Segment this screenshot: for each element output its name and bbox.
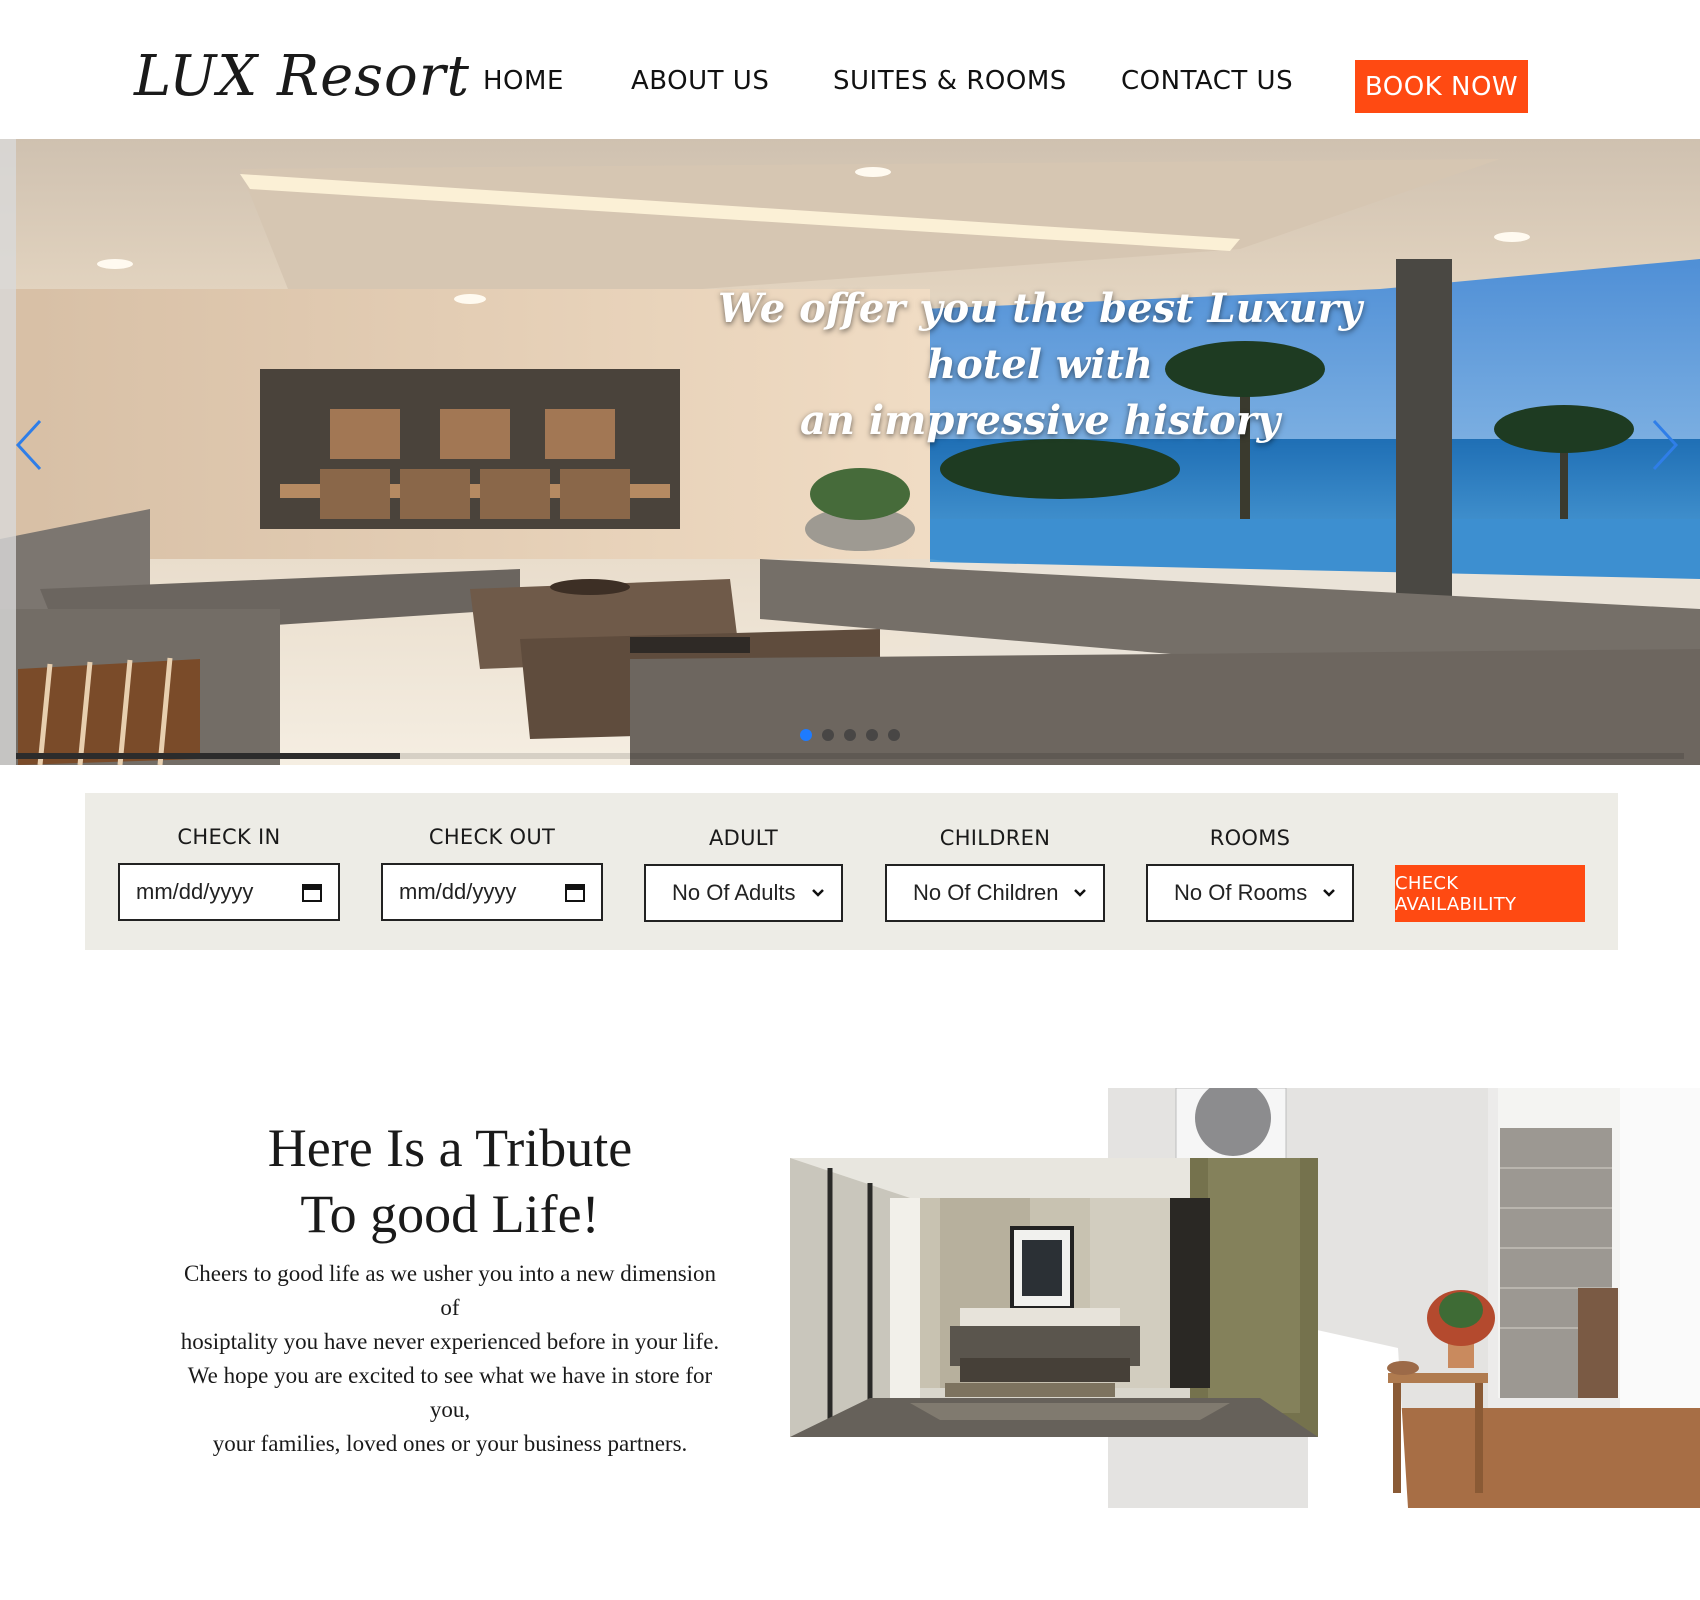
slider-dot-4[interactable] [866,729,878,741]
logo[interactable]: LUX Resort [134,44,470,109]
slider-progress-fill [16,753,400,759]
slider-dot-2[interactable] [822,729,834,741]
children-select[interactable]: No Of Children [885,864,1105,922]
check-availability-button[interactable]: CHECK AVAILABILITY [1395,865,1585,922]
nav-suites-rooms[interactable]: SUITES & ROOMS [833,66,1067,96]
tribute-title-line-2: To good Life! [300,1184,600,1244]
tribute-line: Cheers to good life as we usher you into… [183,1261,717,1286]
check-in-placeholder: mm/dd/yyyy [136,879,254,904]
slider-pagination [800,729,900,741]
adults-select[interactable]: No Of Adults [644,864,843,922]
hero-caption-line-1: We offer you the best Luxury hotel with [718,285,1362,388]
check-out-placeholder: mm/dd/yyyy [399,879,517,904]
chevron-left-icon [15,419,42,471]
rooms-select[interactable]: No Of Rooms [1146,864,1354,922]
tribute-line: your families, loved ones or your busine… [212,1431,688,1456]
rooms-select-value: No Of Rooms [1174,880,1308,905]
chevron-down-icon [812,889,824,897]
adults-select-value: No Of Adults [672,880,796,905]
tribute-line: of [440,1295,460,1320]
slider-dot-1[interactable] [800,729,812,741]
calendar-icon[interactable] [565,882,585,902]
check-in-label: CHECK IN [177,825,281,849]
calendar-icon[interactable] [302,882,322,902]
slider-next-button[interactable] [1650,417,1690,477]
site-header: LUX Resort HOME ABOUT US SUITES & ROOMS … [0,0,1700,139]
children-select-value: No Of Children [913,880,1059,905]
children-label: CHILDREN [939,826,1051,850]
booking-form: CHECK IN mm/dd/yyyy CHECK OUT mm/dd/yyyy… [85,793,1618,950]
slider-prev-button[interactable] [14,417,54,477]
slider-dot-3[interactable] [844,729,856,741]
slider-progress-bar [16,753,1684,759]
bedroom-image [790,1158,1318,1437]
check-out-label: CHECK OUT [428,825,556,849]
hero-image [0,139,1700,765]
room-photo-front [790,1158,1318,1437]
tribute-description: Cheers to good life as we usher you into… [150,1257,750,1461]
hero-caption: We offer you the best Luxury hotel with … [660,281,1420,449]
tribute-line: you, [429,1397,471,1422]
tribute-title: Here Is a Tribute To good Life! [150,1115,750,1247]
slider-dot-5[interactable] [888,729,900,741]
chevron-right-icon [1652,419,1679,471]
chevron-down-icon [1074,889,1086,897]
check-out-input[interactable]: mm/dd/yyyy [381,863,603,921]
adult-label: ADULT [708,826,779,850]
chevron-down-icon [1323,889,1335,897]
book-now-button[interactable]: BOOK NOW [1355,60,1528,113]
rooms-label: ROOMS [1209,826,1291,850]
nav-contact-us[interactable]: CONTACT US [1121,66,1293,96]
nav-home[interactable]: HOME [483,66,564,96]
check-in-input[interactable]: mm/dd/yyyy [118,863,340,921]
tribute-line: We hope you are excited to see what we h… [187,1363,713,1388]
hero-caption-line-2: an impressive history [799,397,1281,444]
nav-about-us[interactable]: ABOUT US [631,66,769,96]
tribute-line: hosiptality you have never experienced b… [180,1329,720,1354]
hero-slider: We offer you the best Luxury hotel with … [0,139,1700,765]
tribute-title-line-1: Here Is a Tribute [267,1118,633,1178]
